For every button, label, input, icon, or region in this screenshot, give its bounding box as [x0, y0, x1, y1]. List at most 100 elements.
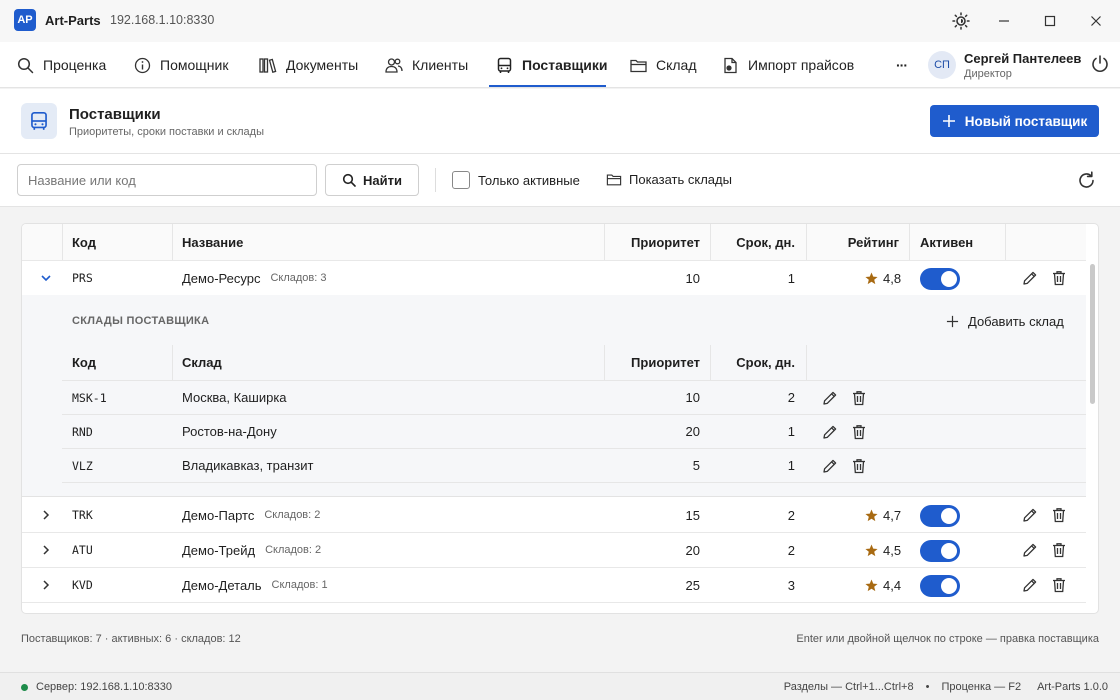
supplier-name: Демо-Трейд	[182, 542, 256, 558]
tab-warehouse[interactable]: Склад	[630, 42, 697, 88]
plus-icon	[946, 315, 959, 328]
table-scrollbar[interactable]	[1090, 264, 1095, 404]
connection-status-icon	[21, 684, 28, 691]
avatar[interactable]: СП	[928, 51, 956, 79]
table-summary: Поставщиков: 7 · активных: 6 · складов: …	[21, 633, 241, 645]
col-rating[interactable]: Рейтинг	[806, 224, 899, 260]
delete-icon[interactable]	[1051, 270, 1067, 286]
expand-chevron-icon[interactable]	[40, 568, 52, 602]
books-icon	[259, 57, 277, 73]
find-button[interactable]: Найти	[325, 164, 419, 196]
tab-suppliers-label: Поставщики	[522, 57, 608, 73]
tab-suppliers[interactable]: Поставщики	[496, 42, 608, 88]
delete-icon[interactable]	[1051, 507, 1067, 523]
expand-chevron-icon[interactable]	[40, 533, 52, 567]
only-active-label[interactable]: Только активные	[478, 173, 580, 188]
edit-icon[interactable]	[1022, 577, 1038, 593]
supplier-name: Демо-Партс	[182, 507, 255, 523]
warehouses-caption: СКЛАДЫ ПОСТАВЩИКА	[72, 315, 210, 327]
col-priority[interactable]: Приоритет	[604, 224, 700, 260]
edit-icon[interactable]	[822, 458, 838, 474]
col-code[interactable]: Код	[72, 224, 96, 260]
supplier-code: ATU	[72, 543, 93, 557]
app-logo: AP	[14, 9, 36, 31]
warehouse-code: MSK-1	[72, 390, 107, 405]
warehouse-name: Москва, Каширка	[182, 390, 287, 405]
active-toggle[interactable]	[920, 575, 960, 597]
supplier-priority: 20	[685, 542, 700, 558]
warehouse-priority: 20	[685, 424, 700, 439]
supplier-term: 2	[787, 507, 795, 523]
user-role: Директор	[964, 68, 1012, 80]
warehouse-count: Складов: 2	[265, 544, 322, 556]
minimize-icon[interactable]	[994, 11, 1014, 31]
delete-icon[interactable]	[851, 424, 867, 440]
more-menu-button[interactable]: ···	[896, 42, 908, 88]
status-bar: Сервер: 192.168.1.10:8330 Разделы — Ctrl…	[0, 672, 1120, 700]
star-icon	[865, 533, 878, 567]
delete-icon[interactable]	[1051, 542, 1067, 558]
warehouse-term: 1	[787, 424, 795, 439]
tab-clients[interactable]: Клиенты	[385, 42, 468, 88]
supplier-code: PRS	[72, 271, 93, 285]
supplier-name: Демо-Ресурс	[182, 270, 261, 286]
active-tab-indicator	[489, 85, 606, 87]
add-warehouse-button[interactable]: Добавить склад	[946, 314, 1064, 329]
supplier-priority: 10	[685, 270, 700, 286]
tab-price-import-label: Импорт прайсов	[748, 57, 855, 73]
edit-icon[interactable]	[822, 390, 838, 406]
wh-col-term[interactable]: Срок, дн.	[710, 345, 795, 380]
app-name: Art-Parts	[45, 13, 101, 28]
delete-icon[interactable]	[1051, 577, 1067, 593]
search-icon	[17, 57, 34, 73]
show-warehouses-button[interactable]: Показать склады	[606, 172, 732, 187]
status-bullet: •	[925, 681, 930, 693]
edit-icon[interactable]	[822, 424, 838, 440]
wh-col-code[interactable]: Код	[72, 345, 96, 380]
new-supplier-button[interactable]: Новый поставщик	[930, 105, 1099, 137]
supplier-priority: 15	[685, 507, 700, 523]
expand-chevron-icon[interactable]	[40, 498, 52, 532]
table-row[interactable]: TRK Демо-Партс Складов: 2 15 2 4,7	[22, 498, 1086, 533]
user-name: Сергей Пантелеев	[964, 51, 1082, 66]
theme-toggle-icon[interactable]	[951, 11, 971, 31]
refresh-icon[interactable]	[1076, 170, 1097, 191]
search-input[interactable]	[17, 164, 317, 196]
col-term[interactable]: Срок, дн.	[710, 224, 795, 260]
close-icon[interactable]	[1086, 11, 1106, 31]
edit-icon[interactable]	[1022, 507, 1038, 523]
supplier-code: TRK	[72, 508, 93, 522]
tab-assistant[interactable]: Помощник	[134, 42, 228, 88]
only-active-checkbox[interactable]	[452, 171, 470, 189]
delete-icon[interactable]	[851, 458, 867, 474]
edit-icon[interactable]	[1022, 270, 1038, 286]
collapse-chevron-icon[interactable]	[40, 261, 52, 295]
tab-documents[interactable]: Документы	[259, 42, 358, 88]
table-row[interactable]: PRS Демо-Ресурс Складов: 3 10 1 4,8	[22, 261, 1086, 296]
col-name[interactable]: Название	[182, 224, 243, 260]
suppliers-table: Код Название Приоритет Срок, дн. Рейтинг…	[21, 223, 1099, 614]
delete-icon[interactable]	[851, 390, 867, 406]
tab-pricing[interactable]: Проценка	[17, 42, 106, 88]
warehouse-row[interactable]: MSK-1 Москва, Каширка 10 2	[62, 381, 1086, 415]
active-toggle[interactable]	[920, 505, 960, 527]
table-row[interactable]: KVD Демо-Деталь Складов: 1 25 3 4,4	[22, 568, 1086, 603]
table-row[interactable]: ATU Демо-Трейд Складов: 2 20 2 4,5	[22, 533, 1086, 568]
active-toggle[interactable]	[920, 268, 960, 290]
tab-price-import[interactable]: Импорт прайсов	[722, 42, 854, 88]
maximize-icon[interactable]	[1040, 11, 1060, 31]
power-icon[interactable]	[1090, 54, 1110, 74]
warehouse-row[interactable]: RND Ростов-на-Дону 20 1	[62, 415, 1086, 449]
folder-icon	[606, 174, 622, 186]
edit-icon[interactable]	[1022, 542, 1038, 558]
sections-shortcut: Разделы — Ctrl+1...Ctrl+8	[783, 681, 914, 693]
tab-warehouse-label: Склад	[656, 57, 697, 73]
wh-col-priority[interactable]: Приоритет	[604, 345, 700, 380]
warehouse-row[interactable]: VLZ Владикавказ, транзит 5 1	[62, 449, 1086, 483]
folder-icon	[630, 59, 647, 72]
supplier-warehouses-panel: СКЛАДЫ ПОСТАВЩИКА Добавить склад Код Скл…	[22, 295, 1086, 497]
supplier-priority: 25	[685, 577, 700, 593]
active-toggle[interactable]	[920, 540, 960, 562]
wh-col-name[interactable]: Склад	[182, 345, 222, 380]
col-active[interactable]: Активен	[920, 224, 973, 260]
